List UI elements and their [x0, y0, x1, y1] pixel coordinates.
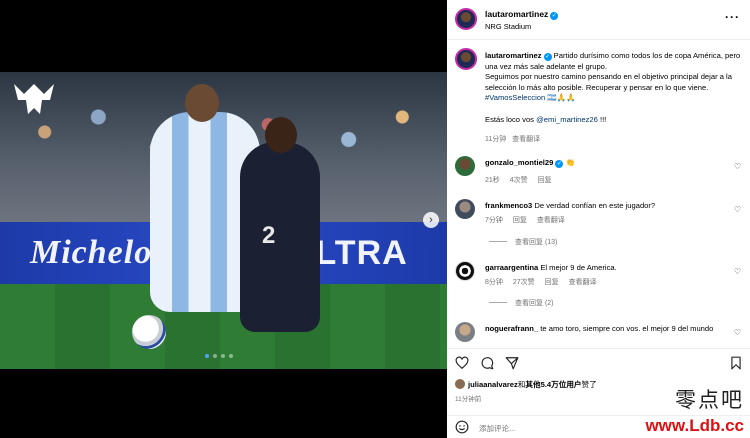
post-panel: lautaromartinez ✓ NRG Stadium ··· lautaro… — [447, 0, 750, 438]
comment-username[interactable]: garraargentina — [485, 263, 538, 272]
chevron-right-icon[interactable]: › — [423, 212, 439, 228]
translate-link[interactable]: 查看翻译 — [537, 217, 565, 224]
send-icon[interactable] — [505, 356, 519, 370]
watermark-cn: 零点吧 — [675, 388, 744, 412]
comment-text: El mejor 9 de America. — [540, 263, 617, 272]
reply-button[interactable]: 回复 — [513, 217, 527, 224]
likes-others[interactable]: 其他5.4万位用户 — [525, 380, 581, 389]
comment-username[interactable]: noguerafrann_ — [485, 324, 538, 333]
avatar[interactable] — [455, 261, 475, 281]
football — [132, 315, 166, 349]
comment-heart-icon[interactable]: ♡ — [734, 205, 741, 214]
verified-badge-icon: ✓ — [550, 12, 559, 20]
carousel-dot — [205, 354, 209, 358]
carousel-dot — [229, 354, 233, 358]
comment-heart-icon[interactable]: ♡ — [734, 267, 741, 276]
caption-username[interactable]: lautaromartinez — [485, 51, 542, 60]
post-header: lautaromartinez ✓ NRG Stadium ··· — [447, 0, 750, 40]
likes-summary: juliaanalvarez和其他5.4万位用户赞了 — [455, 379, 597, 390]
comment-heart-icon[interactable]: ♡ — [734, 162, 741, 171]
liker-username[interactable]: juliaanalvarez — [468, 380, 518, 389]
comment-heart-icon[interactable]: ♡ — [734, 328, 741, 337]
hashtag-link[interactable]: #VamosSeleccion — [485, 93, 545, 102]
avatar[interactable] — [455, 48, 477, 70]
author-username[interactable]: lautaromartinez — [485, 9, 548, 19]
avatar[interactable] — [455, 199, 475, 219]
player-white-head — [185, 84, 219, 122]
comment-likes[interactable]: 4次赞 — [510, 177, 528, 184]
jersey-number: 2 — [262, 222, 276, 249]
caption-line-3-suffix: !!! — [599, 114, 607, 124]
verified-badge-icon: ✓ — [555, 160, 564, 168]
heart-icon[interactable] — [455, 356, 469, 370]
comment-username[interactable]: gonzalo_montiel29 — [485, 158, 553, 167]
avatar[interactable] — [455, 322, 475, 342]
player-dark-head — [265, 117, 297, 153]
smiley-icon[interactable] — [455, 420, 469, 434]
comment-time: 8分钟 — [485, 279, 503, 286]
caption-time: 11分钟 — [485, 136, 507, 143]
bookmark-icon[interactable] — [729, 356, 743, 370]
comment-input[interactable]: 添加评论... — [479, 423, 515, 434]
comment-likes[interactable]: 27次赞 — [513, 279, 535, 286]
carousel-dot — [221, 354, 225, 358]
carousel-dots — [205, 354, 233, 358]
comment-icon[interactable] — [480, 356, 494, 370]
post-actions — [447, 348, 750, 376]
watermark-url: www.Ldb.cc — [645, 416, 744, 435]
site-watermark: 零点吧 www.Ldb.cc — [645, 384, 744, 436]
avatar[interactable] — [455, 8, 477, 30]
post-media[interactable]: Michelob ULTRA 2 › — [0, 0, 447, 438]
view-replies-button[interactable]: 查看回复 (2) — [489, 298, 554, 308]
translate-link[interactable]: 查看翻译 — [569, 279, 597, 286]
reply-button[interactable]: 回复 — [538, 177, 552, 184]
player-dark-jersey — [240, 142, 320, 332]
horned-m-logo-icon — [14, 84, 54, 114]
translate-link[interactable]: 查看翻译 — [512, 136, 540, 143]
view-replies-button[interactable]: 查看回复 (13) — [489, 237, 557, 247]
comment-text: De verdad confían en este jugador? — [534, 201, 656, 210]
comment-username[interactable]: frankmenco3 — [485, 201, 532, 210]
avatar[interactable] — [455, 379, 465, 389]
post-photo[interactable]: Michelob ULTRA 2 — [0, 72, 447, 369]
post-timestamp[interactable]: 11分钟前 — [455, 393, 481, 403]
comment-time: 21秒 — [485, 177, 500, 184]
verified-badge-icon: ✓ — [543, 53, 552, 61]
likes-suffix: 赞了 — [581, 380, 597, 389]
carousel-dot — [213, 354, 217, 358]
caption-line-3: Estás loco vos — [485, 114, 534, 124]
reply-button[interactable]: 回复 — [545, 279, 559, 286]
comment-text: te amo toro, siempre con vos. el mejor 9… — [540, 324, 714, 333]
comment-text: 👏 — [565, 158, 575, 167]
comment-time: 7分钟 — [485, 217, 503, 224]
location-link[interactable]: NRG Stadium — [485, 22, 531, 31]
avatar[interactable] — [455, 156, 475, 176]
caption-line-2: Seguimos por nuestro camino pensando en … — [485, 72, 732, 92]
caption-emojis: 🇦🇷🙏🙏 — [547, 93, 576, 103]
mention-link[interactable]: @emi_martinez26 — [536, 115, 598, 124]
more-horizontal-icon[interactable]: ··· — [725, 10, 740, 24]
